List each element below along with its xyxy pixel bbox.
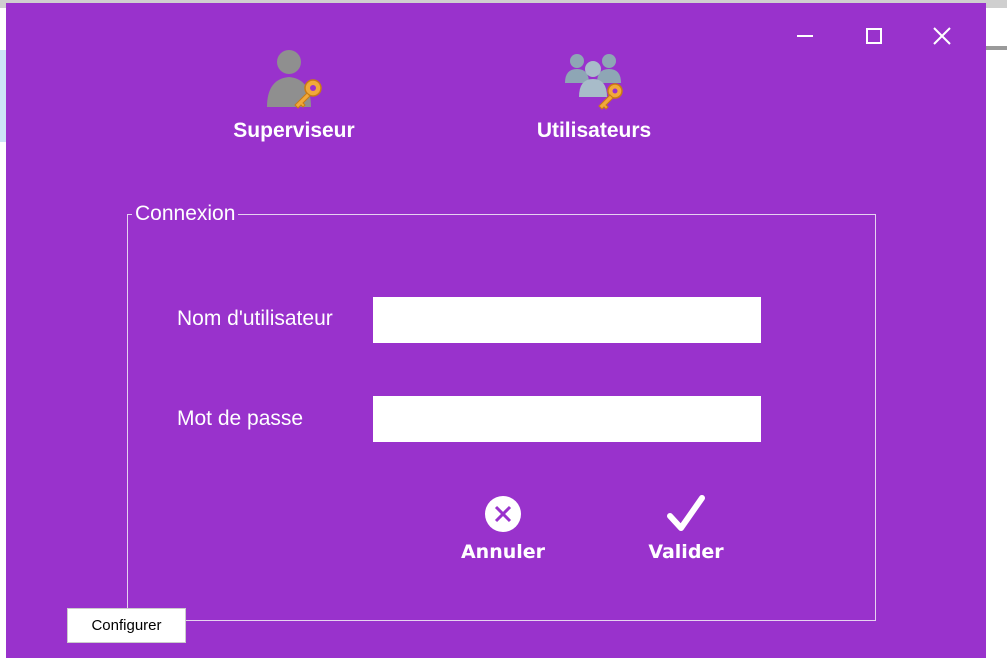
close-icon <box>933 27 951 45</box>
users-mode-button[interactable]: Utilisateurs <box>494 47 694 143</box>
user-key-icon <box>267 50 322 109</box>
cancel-circle-icon <box>485 496 521 532</box>
login-group-title: Connexion <box>132 203 239 225</box>
validate-button[interactable]: Valider <box>631 493 741 563</box>
maximize-icon <box>866 28 882 44</box>
cancel-button[interactable]: Annuler <box>448 493 558 563</box>
password-label: Mot de passe <box>177 407 304 430</box>
users-key-icon <box>565 54 623 110</box>
login-dialog: Superviseur Utilisateurs Connexion Nom d… <box>6 3 986 658</box>
validate-label: Valider <box>648 541 724 563</box>
cancel-label: Annuler <box>460 541 546 563</box>
checkmark-icon <box>667 495 705 531</box>
supervisor-mode-button[interactable]: Superviseur <box>194 47 394 143</box>
minimize-button[interactable] <box>788 19 822 53</box>
minimize-icon <box>797 35 813 37</box>
password-input[interactable] <box>373 396 761 442</box>
supervisor-label: Superviseur <box>233 119 355 142</box>
close-button[interactable] <box>925 19 959 53</box>
maximize-button[interactable] <box>857 19 891 53</box>
configure-button[interactable]: Configurer <box>67 608 186 643</box>
username-input[interactable] <box>373 297 761 343</box>
username-label: Nom d'utilisateur <box>177 307 333 330</box>
users-label: Utilisateurs <box>536 119 652 142</box>
